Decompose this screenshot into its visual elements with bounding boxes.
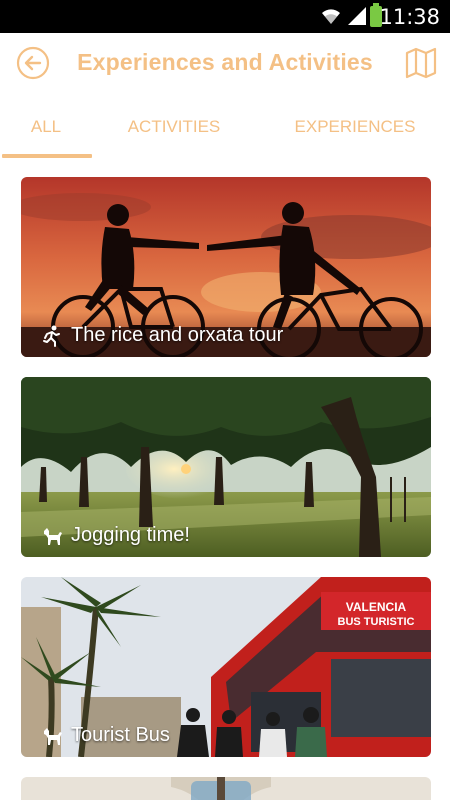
card-title: Tourist Bus (71, 724, 170, 746)
wifi-icon (322, 9, 340, 24)
status-time: 11:38 (379, 5, 440, 29)
card-jogging-time[interactable]: Jogging time! (21, 377, 431, 557)
tab-experiences[interactable]: EXPERIENCES (280, 117, 430, 157)
tab-all[interactable]: ALL (0, 117, 92, 157)
card-title: Jogging time! (71, 524, 190, 546)
card-tourist-bus[interactable]: VALENCIA BUS TURISTIC Tourist Bus (21, 577, 431, 757)
signal-icon (348, 7, 366, 25)
card-image-partial (21, 777, 431, 800)
tab-indicator (2, 154, 92, 158)
card-caption: Tourist Bus (41, 724, 170, 747)
card-caption: The rice and orxata tour (41, 324, 283, 347)
status-bar: 11:38 (0, 0, 450, 33)
horse-icon (44, 727, 62, 745)
tab-activities[interactable]: ACTIVITIES (112, 117, 236, 157)
card-rice-orxata-tour[interactable]: The rice and orxata tour (21, 177, 431, 357)
card-partial[interactable] (21, 777, 431, 800)
map-icon[interactable] (404, 46, 438, 80)
tab-bar: ALL ACTIVITIES EXPERIENCES (0, 95, 450, 159)
page-title: Experiences and Activities (77, 49, 373, 75)
runner-icon (43, 325, 60, 347)
bus-sign-line1: VALENCIA (346, 600, 407, 614)
app-header: Experiences and Activities (0, 33, 450, 95)
card-caption: Jogging time! (41, 524, 190, 547)
card-title: The rice and orxata tour (71, 324, 284, 346)
bus-sign-line2: BUS TURISTIC (338, 616, 415, 628)
back-arrow-icon[interactable] (16, 46, 50, 80)
horse-icon (44, 527, 62, 545)
